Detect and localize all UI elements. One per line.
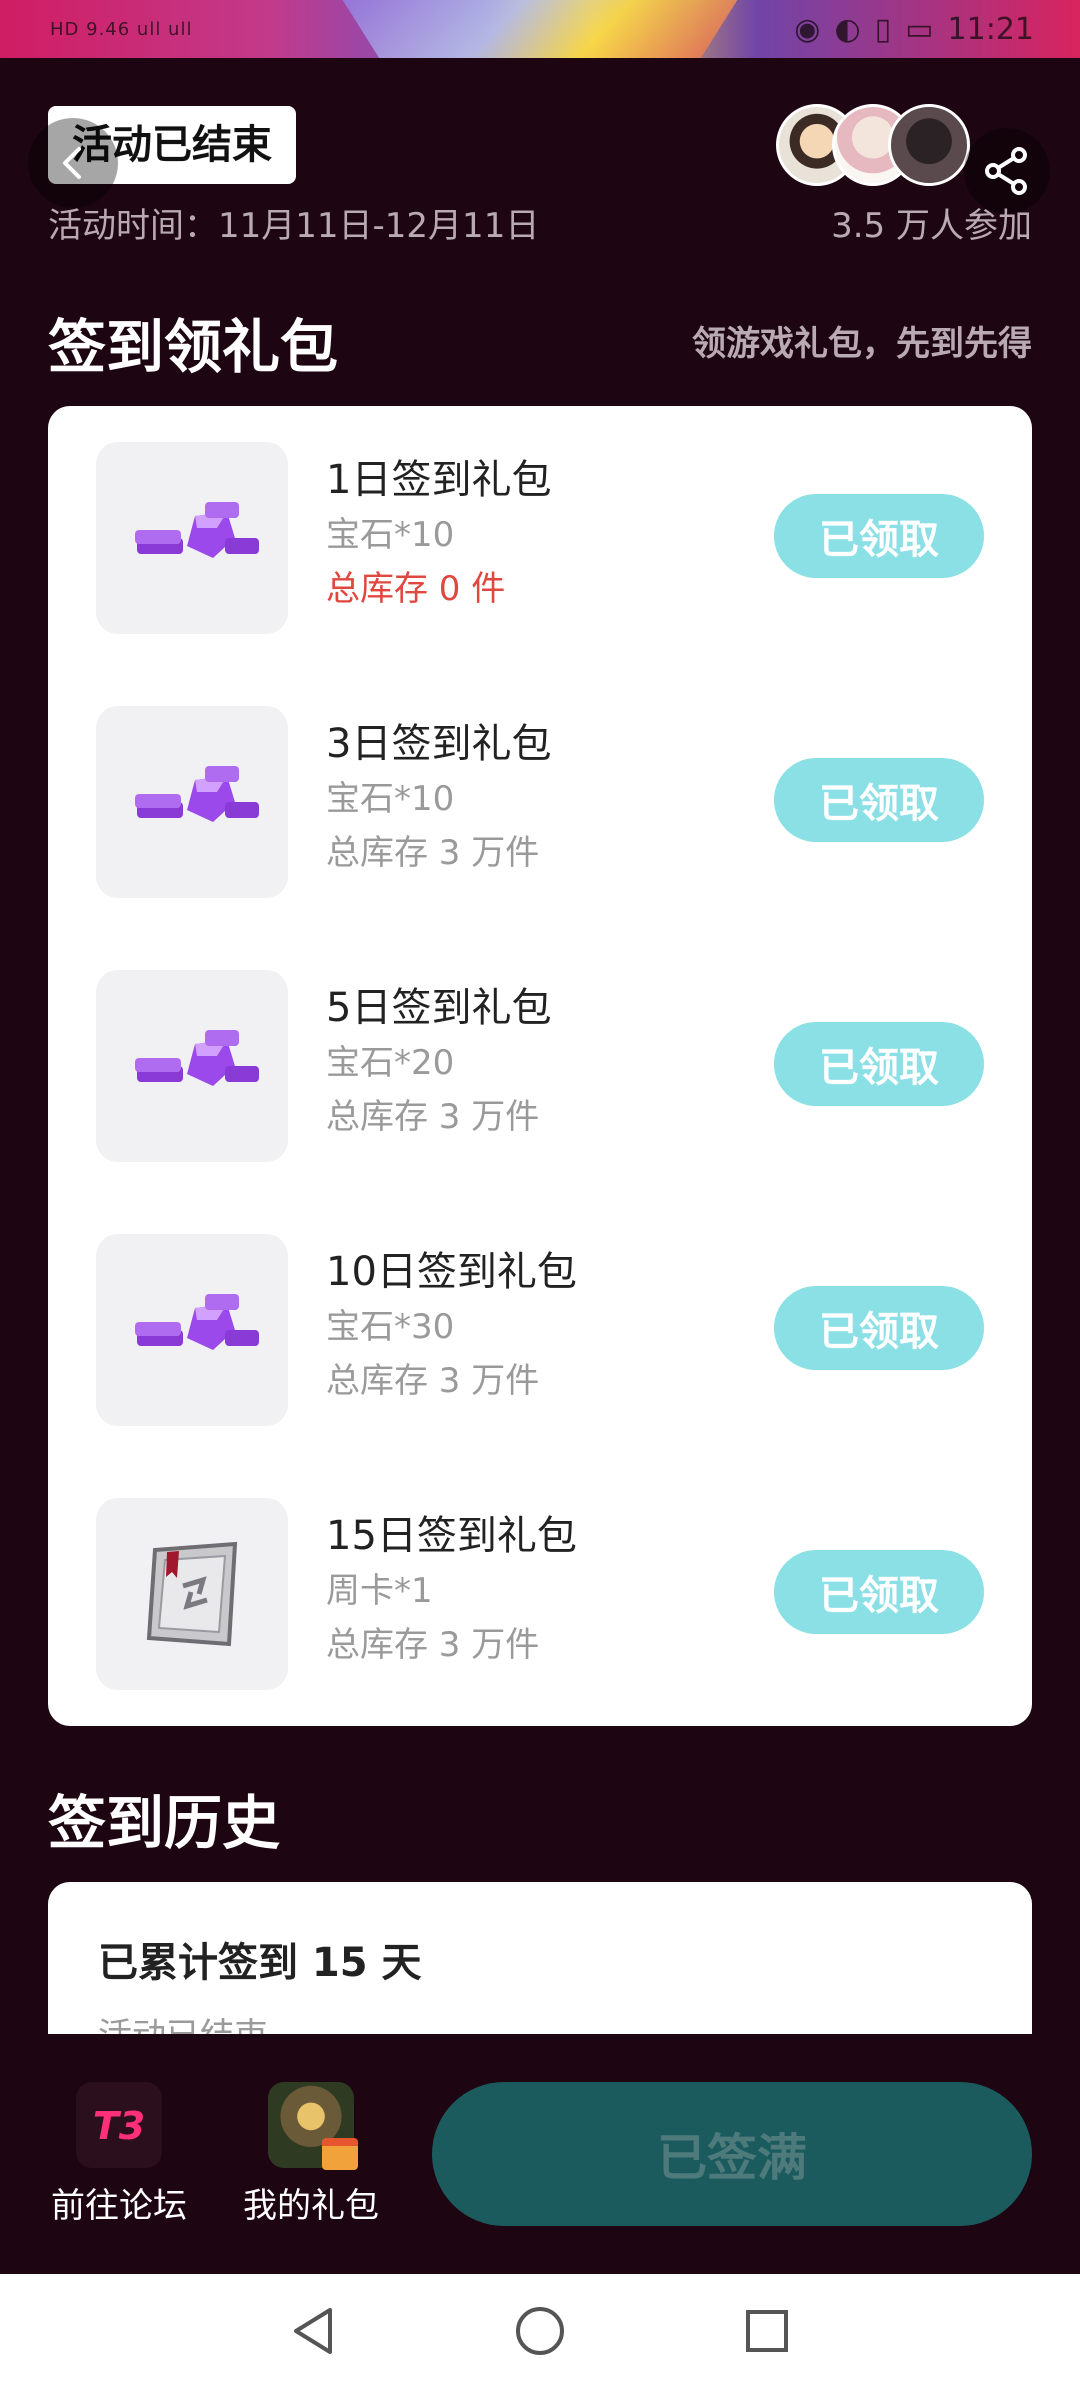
share-icon [985,147,1027,195]
back-button[interactable] [28,118,118,208]
my-gifts-label: 我的礼包 [243,2186,379,2226]
my-gifts-icon [268,2082,358,2170]
status-right: ◉ ◐ ▯ ▭ 11:21 [794,12,1034,47]
bottom-action-bar: T3 前往论坛 我的礼包 已签满 [0,2034,1080,2274]
gift-detail: 宝石*10 [326,515,455,555]
weekly-card-icon [146,1541,238,1647]
gift-info: 10日签到礼包 宝石*30 总库存 3 万件 [326,1234,577,1408]
gem-icon [135,766,259,822]
list-item: 1日签到礼包 宝石*10 总库存 0 件 已领取 [96,442,984,706]
gift-detail: 周卡*1 [326,1571,433,1611]
gift-info: 1日签到礼包 宝石*10 总库存 0 件 [326,442,551,616]
svg-text:T3: T3 [93,2104,145,2147]
participant-count: 3.5 万人参加 [831,206,1032,246]
battery-icon: ▭ [905,11,934,47]
signin-section-subtitle: 领游戏礼包，先到先得 [692,324,1032,364]
gift-list: 1日签到礼包 宝石*10 总库存 0 件 已领取 3日签到礼包 宝石*10 总库… [48,406,1032,1726]
gift-stock: 总库存 3 万件 [326,1361,540,1401]
gem-icon [135,502,259,558]
t3-logo-icon: T3 [76,2082,162,2168]
moon-icon: ◐ [834,11,861,47]
gift-info: 15日签到礼包 周卡*1 总库存 3 万件 [326,1498,577,1672]
claimed-button[interactable]: 已领取 [774,1286,984,1370]
forum-shortcut[interactable]: T3 前往论坛 [44,2082,194,2227]
gift-title: 15日签到礼包 [326,1513,577,1559]
gift-info: 3日签到礼包 宝石*10 总库存 3 万件 [326,706,551,880]
gift-thumbnail [96,970,288,1162]
vibrate-icon: ▯ [874,11,892,47]
gift-info: 5日签到礼包 宝石*20 总库存 3 万件 [326,970,551,1144]
eye-icon: ◉ [794,11,821,47]
signin-section-title: 签到领礼包 [48,313,339,381]
list-item: 3日签到礼包 宝石*10 总库存 3 万件 已领取 [96,706,984,970]
system-navigation-bar [0,2274,1080,2388]
list-item: 5日签到礼包 宝石*20 总库存 3 万件 已领取 [96,970,984,1234]
back-arrow-icon [63,147,81,179]
gift-thumbnail [96,1498,288,1690]
gift-title: 5日签到礼包 [326,985,552,1031]
claimed-button[interactable]: 已领取 [774,1022,984,1106]
signal-indicators: HD 9.46 ull ull [50,18,193,40]
gift-detail: 宝石*20 [326,1043,455,1083]
gift-thumbnail [96,706,288,898]
nav-back-icon[interactable] [288,2304,338,2358]
gift-thumbnail [96,1234,288,1426]
forum-label: 前往论坛 [51,2186,187,2226]
gift-detail: 宝石*10 [326,779,455,819]
gift-title: 1日签到礼包 [326,457,552,503]
gift-stock: 总库存 3 万件 [326,1625,540,1665]
gift-detail: 宝石*30 [326,1307,455,1347]
gift-box-icon [322,2138,358,2170]
clock-time: 11:21 [947,11,1034,47]
my-gifts-shortcut[interactable]: 我的礼包 [236,2082,386,2227]
claimed-button[interactable]: 已领取 [774,1550,984,1634]
gem-icon [135,1030,259,1086]
gift-stock: 总库存 3 万件 [326,1097,540,1137]
gift-stock: 总库存 0 件 [326,569,506,609]
status-bar: HD 9.46 ull ull ◉ ◐ ▯ ▭ 11:21 [0,0,1080,58]
history-total: 已累计签到 15 天 [98,1940,422,1986]
signin-full-button[interactable]: 已签满 [432,2082,1032,2226]
claimed-button[interactable]: 已领取 [774,758,984,842]
gift-stock: 总库存 3 万件 [326,833,540,873]
gift-thumbnail [96,442,288,634]
nav-recents-icon[interactable] [742,2306,792,2356]
gift-title: 10日签到礼包 [326,1249,577,1295]
avatar [888,104,970,186]
activity-time: 活动时间：11月11日-12月11日 [48,206,540,246]
list-item: 15日签到礼包 周卡*1 总库存 3 万件 已领取 [96,1498,984,1762]
history-section-title: 签到历史 [48,1789,281,1857]
participant-avatars [776,104,970,186]
claimed-button[interactable]: 已领取 [774,494,984,578]
gift-title: 3日签到礼包 [326,721,552,767]
nav-home-icon[interactable] [513,2304,567,2358]
list-item: 10日签到礼包 宝石*30 总库存 3 万件 已领取 [96,1234,984,1498]
gem-icon [135,1294,259,1350]
